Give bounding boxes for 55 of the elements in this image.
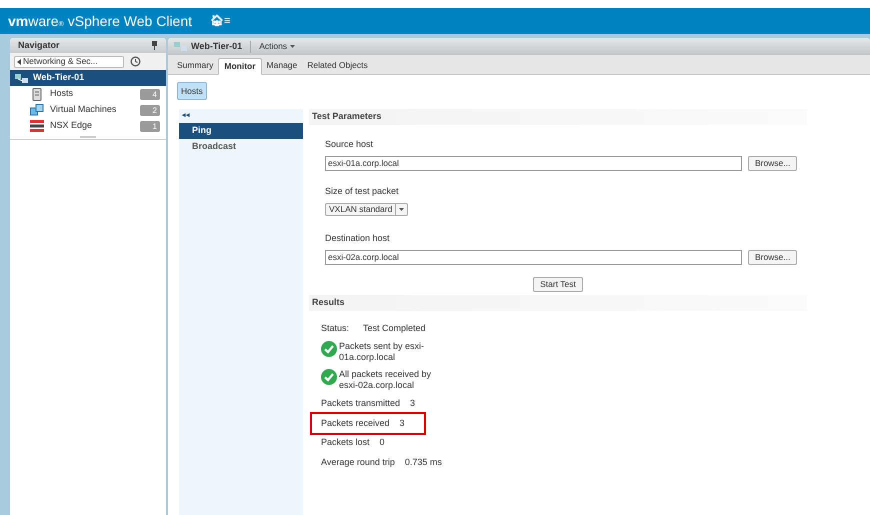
server-icon <box>32 88 42 100</box>
browse-button[interactable]: Browse... <box>748 250 797 264</box>
count-badge: 1 <box>140 120 160 132</box>
object-title: Web-Tier-01 <box>174 40 242 54</box>
result-value: Test Completed <box>363 322 426 335</box>
product-title: vSphere Web Client <box>68 12 192 31</box>
pin-icon[interactable] <box>151 41 158 50</box>
section-title: Test Parameters <box>312 110 382 124</box>
caret-icon <box>290 45 296 48</box>
result-label: Packets lost <box>321 436 370 449</box>
result-value: 0 <box>380 436 385 449</box>
side-menu-item[interactable]: Ping <box>179 123 303 139</box>
result-value: 0.735 ms <box>404 456 442 468</box>
start-test-button[interactable]: Start Test <box>533 276 583 292</box>
source-host-field[interactable]: esxi-01a.corp.local <box>325 156 742 170</box>
back-arrow-icon <box>17 58 21 64</box>
count-badge: 2 <box>140 104 160 116</box>
result-value: 3 <box>410 397 416 410</box>
browse-button[interactable]: Browse... <box>748 156 797 170</box>
count-badge: 4 <box>140 88 160 100</box>
tree-item[interactable]: Web-Tier-01 <box>10 70 166 86</box>
cubes-icon <box>30 104 44 116</box>
home-menu-button[interactable]: 🏠≡ <box>210 12 230 30</box>
panel-title: Navigator <box>18 38 60 52</box>
network-icon <box>15 72 29 84</box>
field-label: Source host <box>325 138 374 151</box>
edge-router-icon <box>30 120 44 132</box>
packet-size-dropdown[interactable]: VXLAN standard <box>325 203 408 216</box>
result-label: Average round trip <box>321 456 395 469</box>
caret-icon <box>399 208 404 211</box>
field-label: Destination host <box>325 232 391 245</box>
result-label: Packets received <box>321 416 390 430</box>
tree-item[interactable]: Hosts 4 <box>10 86 166 102</box>
destination-host-field[interactable]: esxi-02a.corp.local <box>325 250 742 264</box>
tab[interactable]: Summary <box>172 57 218 74</box>
actions-menu-button[interactable]: Actions <box>259 40 296 53</box>
tab[interactable]: Manage <box>262 57 302 74</box>
check-circle-icon <box>321 369 337 385</box>
tab[interactable]: Monitor <box>218 58 262 75</box>
check-circle-icon <box>321 341 337 357</box>
result-message: All packets received by esxi-02a.corp.local <box>339 369 432 391</box>
history-icon[interactable] <box>130 56 141 67</box>
section-title: Results <box>312 296 345 309</box>
result-label: Status: <box>321 322 350 334</box>
back-breadcrumb-button[interactable]: Networking & Sec... <box>14 56 124 68</box>
tree-item[interactable]: NSX Edge 1 <box>10 118 166 134</box>
field-label: Size of test packet <box>325 184 400 198</box>
side-menu-item[interactable]: Broadcast <box>179 139 303 155</box>
result-label: Packets transmitted <box>321 397 400 410</box>
network-icon <box>174 41 188 52</box>
subtab-button[interactable]: Hosts <box>177 82 207 100</box>
tab[interactable]: Related Objects <box>302 57 373 74</box>
result-value: 3 <box>400 416 405 430</box>
result-message: Packets sent by esxi-01a.corp.local <box>339 341 426 363</box>
tree-item[interactable]: Virtual Machines 2 <box>10 102 166 118</box>
